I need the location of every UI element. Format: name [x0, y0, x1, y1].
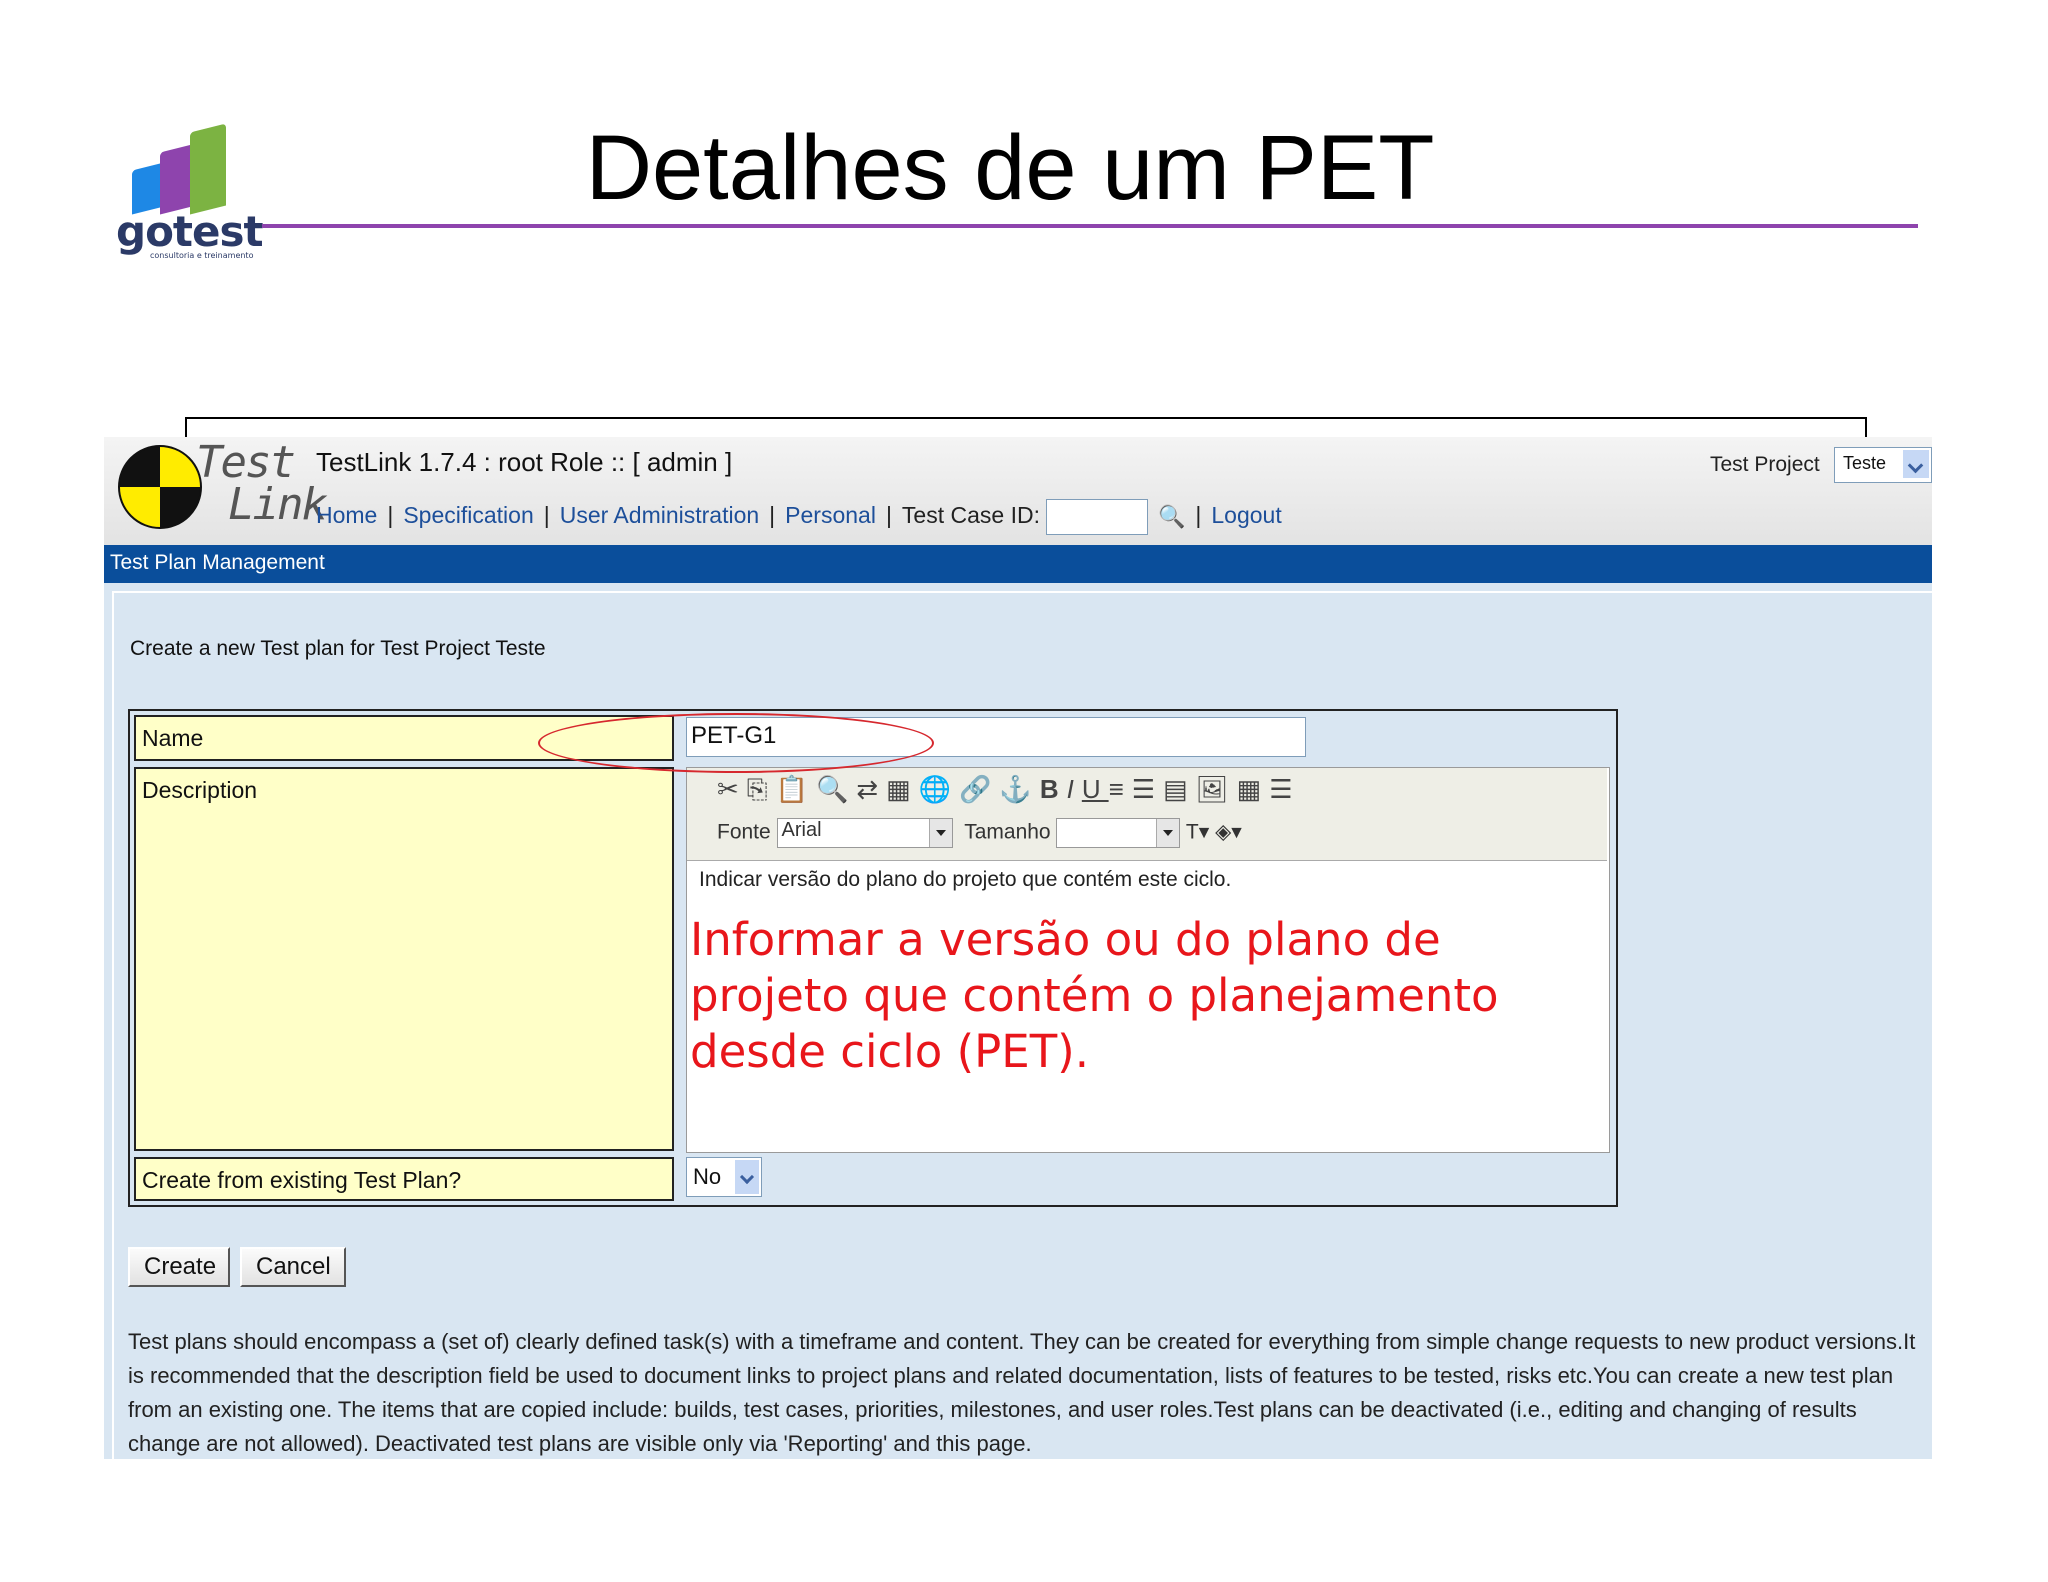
copy-from-label: Create from existing Test Plan? [134, 1157, 674, 1201]
copy-from-value: No [693, 1164, 722, 1189]
testlink-logo-text-2: Link [228, 479, 328, 530]
nav-logout[interactable]: Logout [1211, 502, 1281, 528]
editor-toolbar: ✂⎘📋🔍⇄▦🌐🔗⚓BIU≡☰▤🖼▦☰ Fonte Arial Tamanho T… [687, 768, 1607, 861]
gotest-logo: gotest consultoria e treinamento [112, 115, 264, 265]
editor-toolbar-icons[interactable]: ✂⎘📋🔍⇄▦🌐🔗⚓BIU≡☰▤🖼▦☰ [717, 774, 1301, 806]
search-icon[interactable]: 🔍 [1158, 504, 1185, 530]
logo-bars-icon [132, 115, 242, 215]
chevron-down-icon [1156, 819, 1180, 847]
nav-personal[interactable]: Personal [785, 502, 876, 528]
top-bar: Test Link TestLink 1.7.4 : root Role :: … [104, 437, 1932, 546]
font-value: Arial [781, 819, 822, 841]
test-project-value: Teste [1843, 453, 1887, 473]
app-title: TestLink 1.7.4 : root Role :: [ admin ] [316, 447, 733, 477]
description-label: Description [134, 767, 674, 1151]
chevron-down-icon [928, 819, 952, 847]
background-color-icon[interactable]: ◈▾ [1215, 821, 1242, 844]
create-button[interactable]: Create [128, 1247, 230, 1287]
cancel-button[interactable]: Cancel [240, 1247, 346, 1287]
size-select[interactable] [1056, 818, 1181, 848]
logo-text: gotest [116, 207, 264, 256]
nav-specification[interactable]: Specification [403, 502, 533, 528]
editor-font-row: Fonte Arial Tamanho T▾ ◈▾ [717, 818, 1242, 848]
test-case-id-input[interactable] [1045, 499, 1148, 535]
help-text: Test plans should encompass a (set of) c… [128, 1329, 1916, 1456]
nav-user-administration[interactable]: User Administration [560, 502, 759, 528]
highlight-ellipse [538, 713, 934, 773]
font-label: Fonte [717, 820, 771, 844]
slide-title: Detalhes de um PET [585, 117, 1435, 219]
callout-bracket [185, 417, 1867, 439]
chevron-down-icon [1903, 450, 1929, 478]
section-title: Test Plan Management [110, 551, 325, 574]
test-case-id-label: Test Case ID: [901, 502, 1040, 529]
section-header: Test Plan Management [104, 545, 1932, 583]
chevron-down-icon [735, 1160, 759, 1194]
title-divider [262, 224, 1918, 228]
font-select[interactable]: Arial [776, 818, 953, 848]
main-nav: Home | Specification | User Administration | P… [316, 499, 1282, 535]
test-project-select[interactable]: Teste [1834, 447, 1932, 483]
editor-text[interactable]: Indicar versão do plano do projeto que c… [699, 868, 1589, 892]
annotation-text: Informar a versão ou do plano de projeto… [690, 913, 1499, 1078]
testlink-logo-icon [118, 445, 202, 529]
test-project-label: Test Project [1710, 453, 1820, 476]
logo-tagline: consultoria e treinamento [150, 251, 254, 260]
nav-home[interactable]: Home [316, 502, 377, 528]
copy-from-select[interactable]: No [686, 1157, 762, 1197]
size-label: Tamanho [964, 820, 1051, 844]
text-color-icon[interactable]: T▾ [1186, 821, 1209, 844]
intro-text: Create a new Test plan for Test Project … [130, 637, 546, 660]
